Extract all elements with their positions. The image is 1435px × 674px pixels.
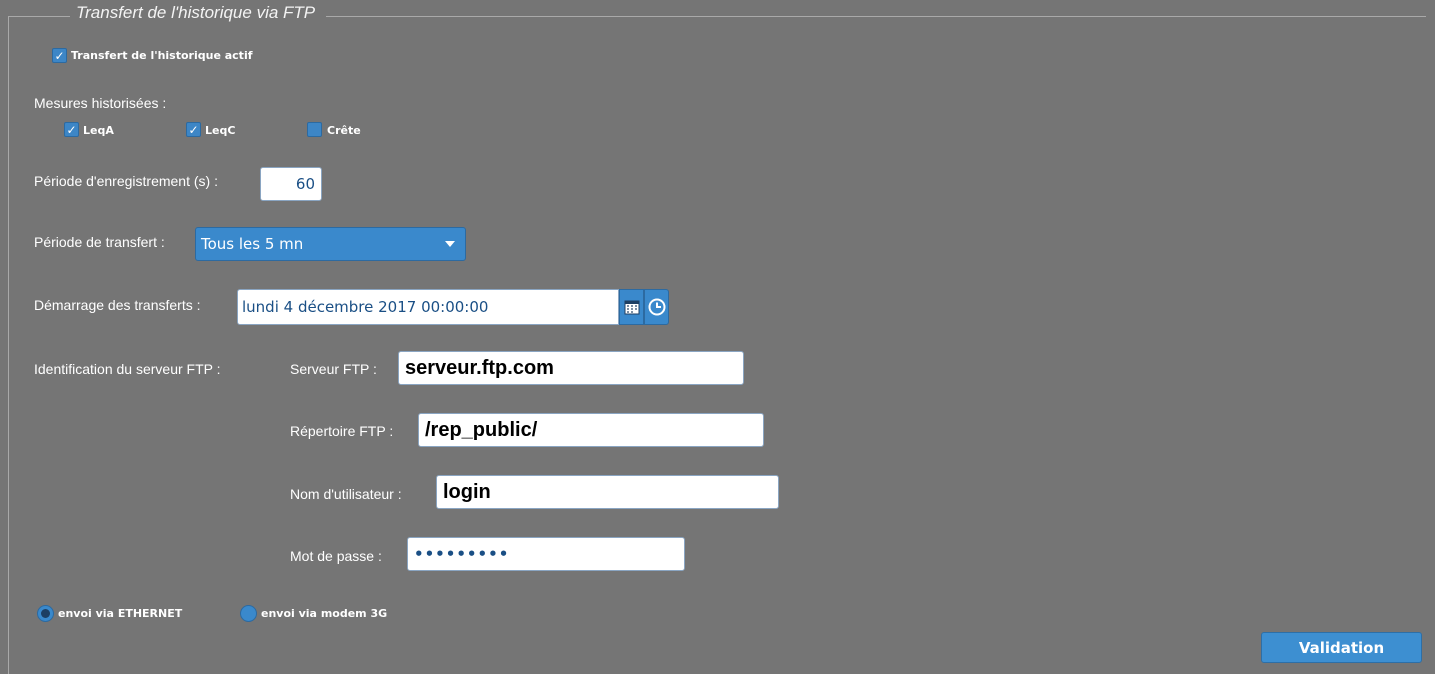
send-ethernet-label: envoi via ETHERNET — [58, 607, 183, 620]
transfer-period-selected: Tous les 5 mn — [201, 235, 304, 253]
transfer-period-select[interactable]: Tous les 5 mn — [195, 227, 466, 261]
record-period-value: 60 — [295, 175, 315, 193]
send-3g-radio[interactable] — [240, 605, 257, 622]
check-icon: ✓ — [188, 122, 199, 137]
leqa-checkbox[interactable]: ✓ — [64, 122, 79, 137]
clock-button[interactable] — [644, 289, 669, 325]
leqa-label: LeqA — [83, 124, 114, 137]
history-active-checkbox[interactable]: ✓ — [52, 48, 67, 63]
calendar-button[interactable] — [619, 289, 644, 325]
ftp-server-input[interactable]: serveur.ftp.com — [398, 351, 744, 385]
ftp-dir-input[interactable]: /rep_public/ — [418, 413, 764, 447]
measures-title: Mesures historisées : — [34, 95, 167, 111]
crete-label: Crête — [327, 124, 361, 137]
ftp-server-label: Serveur FTP : — [290, 361, 377, 377]
check-icon: ✓ — [54, 48, 65, 63]
ftp-pass-input[interactable]: ••••••••• — [407, 537, 685, 571]
transfer-period-label: Période de transfert : — [34, 234, 165, 250]
ftp-user-input[interactable]: login — [436, 475, 779, 509]
ftp-user-value: login — [443, 480, 491, 503]
send-3g-label: envoi via modem 3G — [261, 607, 388, 620]
validation-button[interactable]: Validation — [1261, 632, 1422, 663]
fieldset-border-top-right — [326, 16, 1426, 17]
transfer-start-input[interactable]: lundi 4 décembre 2017 00:00:00 — [237, 289, 619, 325]
ftp-server-value: serveur.ftp.com — [405, 356, 554, 379]
fieldset-border-left — [8, 16, 9, 674]
fieldset-legend: Transfert de l'historique via FTP — [76, 3, 316, 22]
leqc-label: LeqC — [205, 124, 236, 137]
ftp-section-label: Identification du serveur FTP : — [34, 361, 221, 377]
ftp-dir-value: /rep_public/ — [425, 418, 538, 441]
transfer-start-value: lundi 4 décembre 2017 00:00:00 — [242, 298, 489, 316]
validation-button-label: Validation — [1298, 638, 1385, 657]
fieldset-border-top-left — [8, 16, 70, 17]
send-ethernet-radio[interactable] — [37, 605, 54, 622]
record-period-input[interactable]: 60 — [260, 167, 322, 201]
history-active-label: Transfert de l'historique actif — [71, 49, 253, 62]
record-period-label: Période d'enregistrement (s) : — [34, 173, 218, 189]
radio-selected-dot — [41, 609, 50, 618]
crete-checkbox[interactable] — [307, 122, 322, 137]
ftp-user-label: Nom d'utilisateur : — [290, 486, 402, 502]
transfer-start-label: Démarrage des transferts : — [34, 297, 201, 313]
ftp-pass-label: Mot de passe : — [290, 548, 382, 564]
ftp-dir-label: Répertoire FTP : — [290, 423, 394, 439]
ftp-pass-value: ••••••••• — [414, 545, 510, 563]
check-icon: ✓ — [66, 122, 77, 137]
chevron-down-icon — [445, 241, 455, 247]
clock-icon — [648, 298, 665, 316]
leqc-checkbox[interactable]: ✓ — [186, 122, 201, 137]
calendar-icon — [624, 300, 639, 315]
